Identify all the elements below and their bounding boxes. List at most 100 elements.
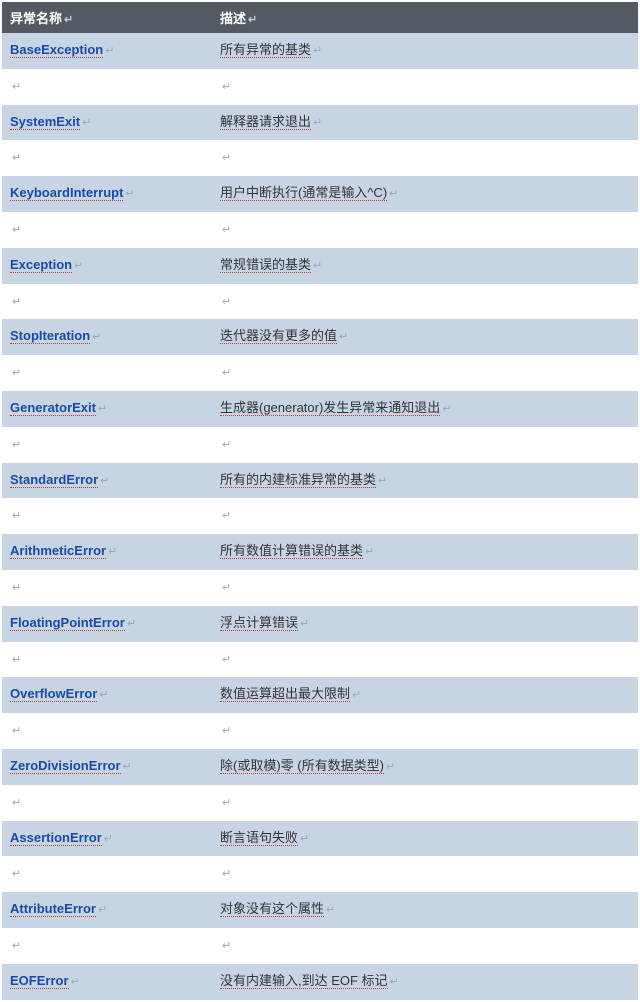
- cell-name: Exception↵: [2, 248, 212, 284]
- cell-name: EOFError↵: [2, 964, 212, 1000]
- cell-desc: 用户中断执行(通常是输入^C)↵: [212, 176, 638, 212]
- table-row: GeneratorExit ↵生成器(generator)发生异常来通知退出↵: [2, 391, 638, 427]
- cell-name: AttributeError↵: [2, 892, 212, 928]
- paragraph-mark-icon: ↵: [390, 976, 399, 988]
- paragraph-mark-icon: ↵: [313, 117, 322, 129]
- paragraph-mark-icon: ↵: [248, 14, 257, 26]
- exception-desc: 没有内建输入,到达 EOF 标记: [220, 973, 388, 989]
- exception-name: StopIteration: [10, 328, 90, 344]
- exception-desc: 对象没有这个属性: [220, 901, 324, 917]
- blank-row: ↵↵: [2, 284, 638, 320]
- cell-desc: 所有异常的基类↵: [212, 33, 638, 69]
- paragraph-mark-icon: ↵: [386, 761, 395, 773]
- exception-desc: 所有数值计算错误的基类: [220, 543, 363, 559]
- cell-desc: 解释器请求退出↵: [212, 105, 638, 141]
- exception-name: AssertionError: [10, 830, 102, 846]
- exception-desc: 常规错误的基类: [220, 257, 311, 273]
- cell-name: StandardError↵: [2, 463, 212, 499]
- paragraph-mark-icon: ↵: [222, 510, 231, 522]
- paragraph-mark-icon: ↵: [389, 188, 398, 200]
- exception-name: GeneratorExit: [10, 400, 96, 416]
- cell-desc: 常规错误的基类↵: [212, 248, 638, 284]
- paragraph-mark-icon: ↵: [12, 582, 21, 594]
- cell-name: SystemExit↵: [2, 105, 212, 141]
- cell-desc: 浮点计算错误↵: [212, 606, 638, 642]
- table-row: StandardError↵所有的内建标准异常的基类↵: [2, 463, 638, 499]
- paragraph-mark-icon: ↵: [104, 833, 113, 845]
- exception-name: ZeroDivisionError: [10, 758, 121, 774]
- paragraph-mark-icon: ↵: [313, 260, 322, 272]
- cell-name: AssertionError↵: [2, 821, 212, 857]
- table-row: BaseException↵所有异常的基类↵: [2, 33, 638, 69]
- exception-desc: 浮点计算错误: [220, 615, 298, 631]
- blank-row: ↵↵: [2, 856, 638, 892]
- exception-name: KeyboardInterrupt: [10, 185, 123, 201]
- blank-row: ↵↵: [2, 642, 638, 678]
- paragraph-mark-icon: ↵: [74, 260, 83, 272]
- exception-desc: 解释器请求退出: [220, 114, 311, 130]
- cell-desc: 迭代器没有更多的值↵: [212, 319, 638, 355]
- exception-name: FloatingPointError: [10, 615, 125, 631]
- paragraph-mark-icon: ↵: [378, 475, 387, 487]
- blank-row: ↵↵: [2, 355, 638, 391]
- cell-name: FloatingPointError↵: [2, 606, 212, 642]
- cell-name: BaseException↵: [2, 33, 212, 69]
- blank-row: ↵↵: [2, 212, 638, 248]
- exception-name: StandardError: [10, 472, 98, 488]
- table-row: KeyboardInterrupt↵用户中断执行(通常是输入^C)↵: [2, 176, 638, 212]
- paragraph-mark-icon: ↵: [222, 654, 231, 666]
- paragraph-mark-icon: ↵: [12, 152, 21, 164]
- table-row: FloatingPointError↵浮点计算错误↵: [2, 606, 638, 642]
- blank-row: ↵↵: [2, 140, 638, 176]
- cell-desc: 生成器(generator)发生异常来通知退出↵: [212, 391, 638, 427]
- cell-desc: 所有的内建标准异常的基类↵: [212, 463, 638, 499]
- paragraph-mark-icon: ↵: [300, 618, 309, 630]
- paragraph-mark-icon: ↵: [64, 14, 73, 26]
- paragraph-mark-icon: ↵: [99, 689, 108, 701]
- blank-row: ↵↵: [2, 928, 638, 964]
- paragraph-mark-icon: ↵: [98, 904, 107, 916]
- table-row: ZeroDivisionError↵除(或取模)零 (所有数据类型)↵: [2, 749, 638, 785]
- paragraph-mark-icon: ↵: [222, 868, 231, 880]
- paragraph-mark-icon: ↵: [127, 618, 136, 630]
- paragraph-mark-icon: ↵: [12, 868, 21, 880]
- cell-desc: 除(或取模)零 (所有数据类型)↵: [212, 749, 638, 785]
- cell-desc: 没有内建输入,到达 EOF 标记↵: [212, 964, 638, 1000]
- paragraph-mark-icon: ↵: [352, 689, 361, 701]
- table-row: SystemExit↵解释器请求退出↵: [2, 105, 638, 141]
- exception-desc: 用户中断执行(通常是输入^C): [220, 185, 387, 201]
- exception-name: BaseException: [10, 42, 103, 58]
- paragraph-mark-icon: ↵: [222, 81, 231, 93]
- paragraph-mark-icon: ↵: [222, 152, 231, 164]
- paragraph-mark-icon: ↵: [222, 439, 231, 451]
- cell-name: ZeroDivisionError↵: [2, 749, 212, 785]
- exception-name: EOFError: [10, 973, 69, 989]
- paragraph-mark-icon: ↵: [71, 976, 80, 988]
- col-header-name: 异常名称↵: [2, 2, 212, 33]
- exceptions-table: 异常名称↵ 描述↵ BaseException↵所有异常的基类↵↵↵System…: [2, 2, 638, 1000]
- paragraph-mark-icon: ↵: [222, 582, 231, 594]
- paragraph-mark-icon: ↵: [12, 940, 21, 952]
- exception-name: OverflowError: [10, 686, 97, 702]
- paragraph-mark-icon: ↵: [12, 510, 21, 522]
- paragraph-mark-icon: ↵: [12, 797, 21, 809]
- cell-desc: 对象没有这个属性↵: [212, 892, 638, 928]
- paragraph-mark-icon: ↵: [442, 403, 451, 415]
- paragraph-mark-icon: ↵: [100, 475, 109, 487]
- table-row: AssertionError↵断言语句失败↵: [2, 821, 638, 857]
- paragraph-mark-icon: ↵: [326, 904, 335, 916]
- paragraph-mark-icon: ↵: [222, 367, 231, 379]
- blank-row: ↵↵: [2, 785, 638, 821]
- paragraph-mark-icon: ↵: [12, 367, 21, 379]
- paragraph-mark-icon: ↵: [222, 797, 231, 809]
- blank-row: ↵↵: [2, 570, 638, 606]
- cell-desc: 所有数值计算错误的基类↵: [212, 534, 638, 570]
- paragraph-mark-icon: ↵: [339, 331, 348, 343]
- paragraph-mark-icon: ↵: [125, 188, 134, 200]
- exception-name: ArithmeticError: [10, 543, 106, 559]
- cell-name: StopIteration↵: [2, 319, 212, 355]
- cell-desc: 数值运算超出最大限制↵: [212, 677, 638, 713]
- paragraph-mark-icon: ↵: [12, 654, 21, 666]
- cell-name: OverflowError↵: [2, 677, 212, 713]
- table-row: OverflowError↵数值运算超出最大限制↵: [2, 677, 638, 713]
